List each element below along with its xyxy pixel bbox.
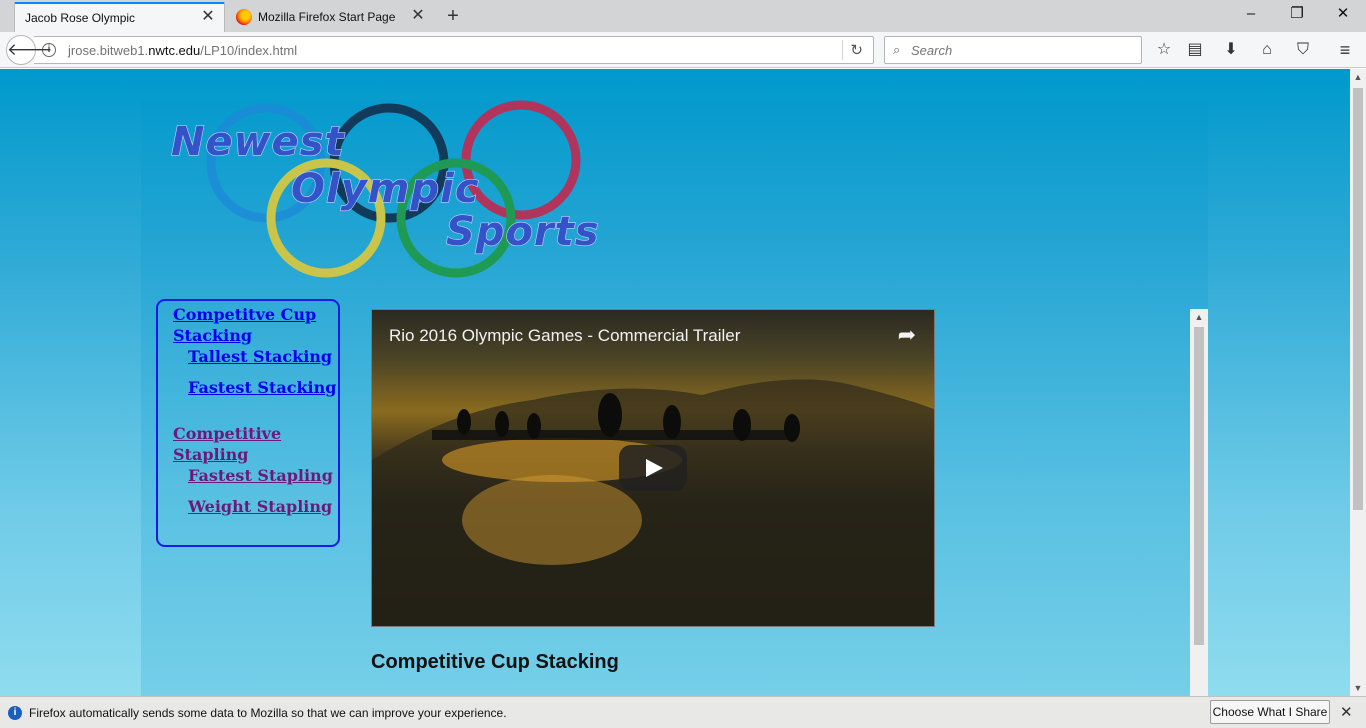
notification-bar: i Firefox automatically sends some data … — [0, 696, 1366, 728]
video-player[interactable]: Rio 2016 Olympic Games - Commercial Trai… — [371, 309, 935, 627]
page-scrollbar[interactable]: ▲ ▼ — [1350, 69, 1366, 696]
logo-word-olympic: Olympic — [291, 166, 480, 212]
nav-link-competitive-cup-stacking[interactable]: Competitve Cup Stacking — [173, 304, 338, 346]
url-separator — [842, 40, 843, 60]
new-tab-button[interactable]: + — [440, 4, 466, 30]
navigation-toolbar: i jrose.bitweb1.nwtc.edu/LP10/index.html… — [0, 32, 1366, 68]
nav-link-competitive-stapling[interactable]: Competitive Stapling — [173, 423, 338, 465]
share-icon[interactable]: ➦ — [898, 322, 916, 348]
play-button[interactable] — [619, 445, 687, 491]
tab-close-icon[interactable]: ✕ — [200, 9, 216, 26]
close-notification-icon[interactable]: ✕ — [1340, 703, 1353, 721]
nav-link-fastest-stapling[interactable]: Fastest Stapling — [188, 465, 338, 486]
tab-close-icon[interactable]: ✕ — [410, 8, 426, 25]
search-bar[interactable]: ⌕ — [884, 36, 1142, 64]
logo-word-sports: Sports — [446, 209, 600, 255]
minimize-button[interactable]: – — [1228, 0, 1274, 30]
close-window-button[interactable]: ✕ — [1320, 0, 1366, 30]
firefox-icon — [236, 9, 252, 25]
url-prefix: jrose.bitweb1. — [68, 43, 149, 58]
tab-label: Mozilla Firefox Start Page — [258, 10, 396, 24]
url-path: /LP10/index.html — [200, 43, 298, 58]
scrollbar-thumb[interactable] — [1194, 327, 1204, 645]
nav-link-weight-stapling[interactable]: Weight Stapling — [188, 496, 338, 517]
tab-jacob-rose-olympic[interactable]: Jacob Rose Olympic ✕ — [14, 2, 225, 32]
pocket-icon[interactable]: ⛉ — [1291, 38, 1315, 62]
olympic-logo: Newest Olympic Sports — [170, 100, 600, 278]
notification-text: Firefox automatically sends some data to… — [29, 706, 507, 720]
choose-what-i-share-button[interactable]: Choose What I Share — [1210, 700, 1330, 724]
video-title[interactable]: Rio 2016 Olympic Games - Commercial Trai… — [389, 326, 740, 346]
back-button[interactable]: 🡐 — [6, 35, 53, 65]
info-icon: i — [8, 706, 22, 720]
url-host: nwtc.edu — [148, 43, 201, 58]
reload-icon[interactable]: ↻ — [850, 41, 863, 59]
logo-word-newest: Newest — [171, 119, 345, 165]
content-scrollbar[interactable]: ▲ — [1190, 309, 1208, 696]
menu-icon[interactable]: ≡ — [1333, 38, 1357, 62]
tab-firefox-start-page[interactable]: Mozilla Firefox Start Page ✕ — [226, 2, 434, 32]
url-bar[interactable]: i jrose.bitweb1.nwtc.edu/LP10/index.html… — [34, 36, 874, 64]
page-viewport: Newest Olympic Sports Competitve Cup Sta… — [0, 69, 1350, 696]
tab-label: Jacob Rose Olympic — [25, 11, 136, 25]
url-text[interactable]: jrose.bitweb1.nwtc.edu/LP10/index.html — [68, 43, 297, 58]
scrollbar-thumb[interactable] — [1353, 88, 1363, 510]
bookmark-star-icon[interactable]: ☆ — [1152, 38, 1176, 62]
scroll-up-icon[interactable]: ▲ — [1190, 309, 1208, 325]
tab-strip: Jacob Rose Olympic ✕ Mozilla Firefox Sta… — [0, 0, 1366, 32]
search-icon: ⌕ — [893, 42, 901, 57]
downloads-icon[interactable]: ⬇ — [1219, 38, 1243, 62]
section-heading: Competitive Cup Stacking — [371, 651, 619, 673]
search-input[interactable] — [911, 41, 1131, 59]
home-icon[interactable]: ⌂ — [1255, 38, 1279, 62]
nav-link-tallest-stacking[interactable]: Tallest Stacking — [188, 346, 338, 367]
sidebar-nav: Competitve Cup Stacking Tallest Stacking… — [156, 299, 340, 547]
page-wrapper: Newest Olympic Sports Competitve Cup Sta… — [141, 100, 1208, 696]
nav-link-fastest-stacking[interactable]: Fastest Stacking — [188, 377, 338, 398]
reading-list-icon[interactable]: ▤ — [1183, 38, 1207, 62]
scroll-down-icon[interactable]: ▼ — [1350, 680, 1366, 696]
scroll-up-icon[interactable]: ▲ — [1350, 69, 1366, 85]
restore-button[interactable]: ❐ — [1274, 0, 1320, 30]
